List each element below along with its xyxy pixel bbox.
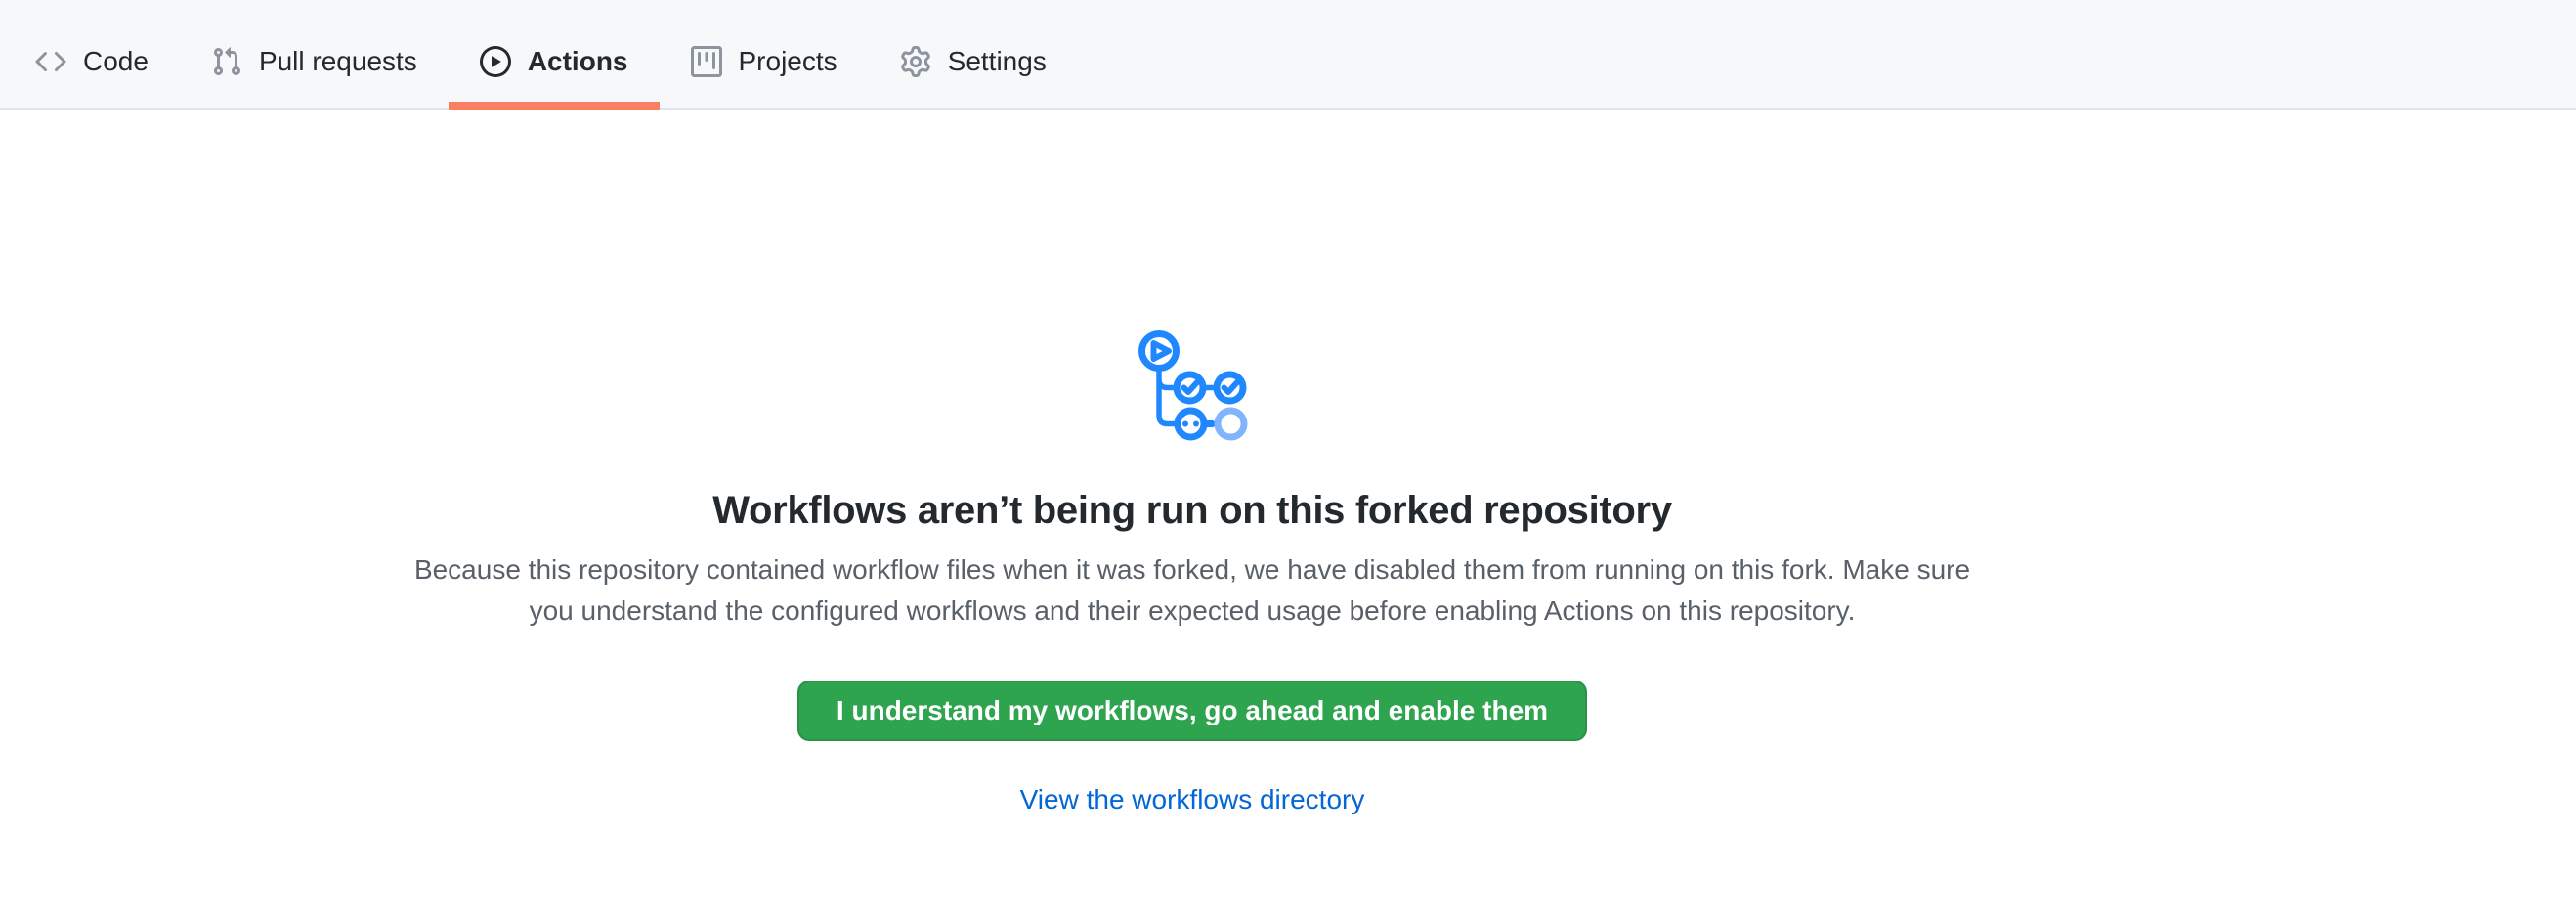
git-pull-request-icon	[211, 46, 242, 77]
tab-label: Actions	[528, 48, 628, 75]
actions-disabled-blankslate: Workflows aren’t being run on this forke…	[0, 110, 2384, 816]
tab-label: Code	[83, 48, 149, 75]
repo-tab-nav: Code Pull requests Actions Projects Sett…	[0, 0, 2576, 110]
enable-workflows-button[interactable]: I understand my workflows, go ahead and …	[797, 681, 1587, 741]
tab-label: Settings	[948, 48, 1047, 75]
blankslate-description: Because this repository contained workfl…	[404, 549, 1982, 632]
play-icon	[480, 46, 511, 77]
tab-settings[interactable]: Settings	[869, 0, 1078, 108]
tab-actions[interactable]: Actions	[449, 0, 660, 108]
blankslate-title: Workflows aren’t being run on this forke…	[712, 486, 1672, 535]
gear-icon	[900, 46, 931, 77]
tab-label: Pull requests	[259, 48, 417, 75]
tab-code[interactable]: Code	[4, 0, 180, 108]
tab-label: Projects	[739, 48, 837, 75]
code-icon	[35, 46, 66, 77]
project-icon	[691, 46, 722, 77]
actions-workflow-icon	[1136, 330, 1249, 443]
tab-pull-requests[interactable]: Pull requests	[180, 0, 449, 108]
view-workflows-directory-link[interactable]: View the workflows directory	[1020, 783, 1365, 816]
tab-projects[interactable]: Projects	[660, 0, 869, 108]
